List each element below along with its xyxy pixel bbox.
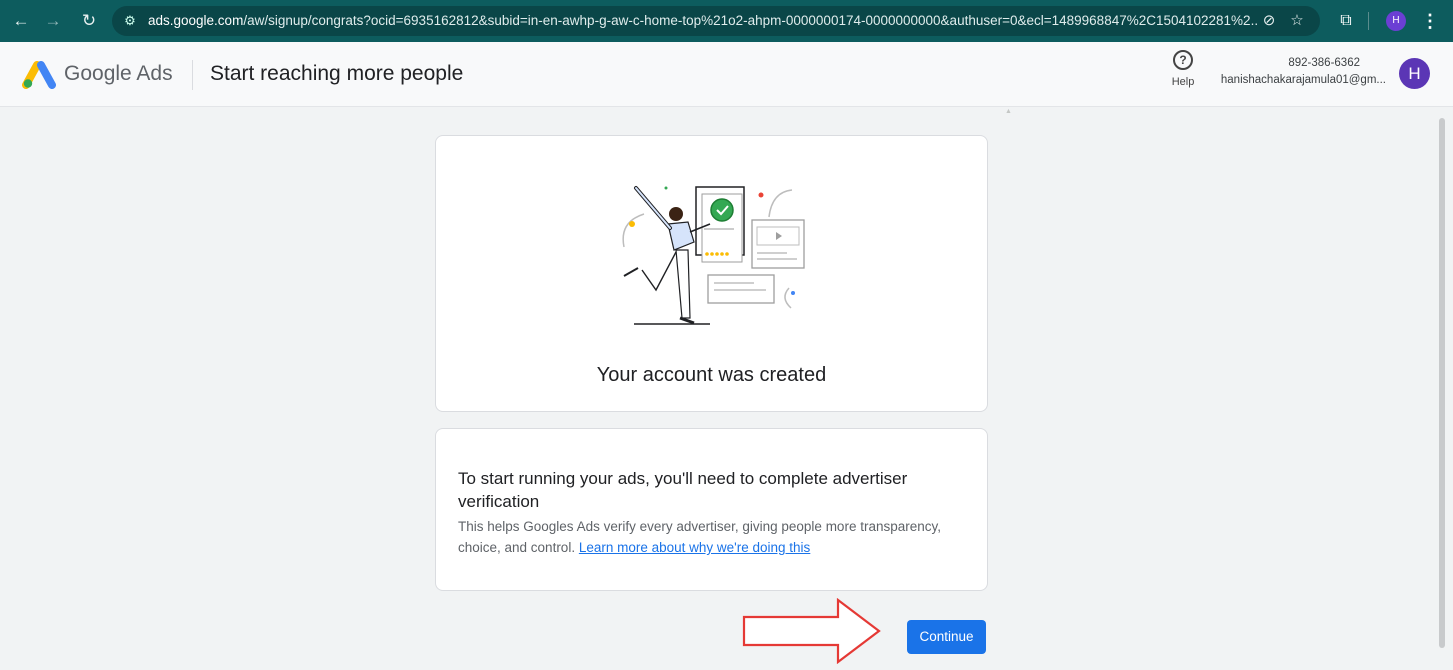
- help-label: Help: [1171, 76, 1195, 88]
- help-icon: ?: [1173, 50, 1193, 70]
- learn-more-link[interactable]: Learn more about why we're doing this: [579, 540, 810, 555]
- annotation-arrow-icon: [742, 598, 881, 664]
- toolbar-divider: [1368, 12, 1369, 30]
- header-divider: [192, 60, 193, 90]
- account-created-card: Your account was created: [435, 135, 988, 412]
- star-icon[interactable]: ☆: [1286, 10, 1308, 32]
- account-phone[interactable]: 892-386-6362: [1288, 57, 1360, 69]
- url-text[interactable]: ads.google.com/aw/signup/congrats?ocid=6…: [148, 13, 1258, 28]
- url-path: /aw/signup/congrats?ocid=6935162812&subi…: [243, 13, 1258, 28]
- account-email[interactable]: hanishachakarajamula01@gm...: [1221, 74, 1386, 86]
- verification-title: To start running your ads, you'll need t…: [458, 469, 908, 511]
- account-avatar[interactable]: H: [1399, 58, 1430, 89]
- account-created-heading: Your account was created: [596, 364, 827, 386]
- browser-profile-avatar[interactable]: H: [1386, 11, 1406, 31]
- help-button[interactable]: ? Help: [1166, 50, 1200, 96]
- extension-icon[interactable]: ⧉: [1334, 9, 1358, 33]
- back-icon[interactable]: ←: [8, 8, 34, 34]
- site-info-icon[interactable]: ⚙: [122, 13, 138, 29]
- kebab-menu-icon[interactable]: ⋮: [1420, 9, 1440, 33]
- verification-card: To start running your ads, you'll need t…: [435, 428, 988, 591]
- celebration-illustration: [622, 186, 805, 325]
- app-header: Google Ads Start reaching more people ? …: [0, 42, 1453, 107]
- scrollbar-thumb[interactable]: [1439, 118, 1445, 648]
- url-host: ads.google.com: [148, 13, 244, 28]
- address-bar[interactable]: ⚙ ads.google.com/aw/signup/congrats?ocid…: [112, 6, 1320, 36]
- reload-icon[interactable]: ↻: [76, 8, 102, 34]
- continue-button[interactable]: Continue: [907, 620, 986, 654]
- forward-icon[interactable]: →: [40, 8, 66, 34]
- verification-body: This helps Googles Ads verify every adve…: [458, 516, 978, 558]
- browser-toolbar: ← → ↻ ⚙ ads.google.com/aw/signup/congrat…: [0, 0, 1453, 42]
- google-ads-logo-icon[interactable]: [22, 59, 56, 89]
- eye-off-icon[interactable]: ⊘: [1258, 10, 1280, 32]
- page-title: Start reaching more people: [210, 62, 464, 85]
- brand-name[interactable]: Google Ads: [64, 62, 173, 86]
- scroll-up-icon[interactable]: ▲: [1005, 108, 1012, 115]
